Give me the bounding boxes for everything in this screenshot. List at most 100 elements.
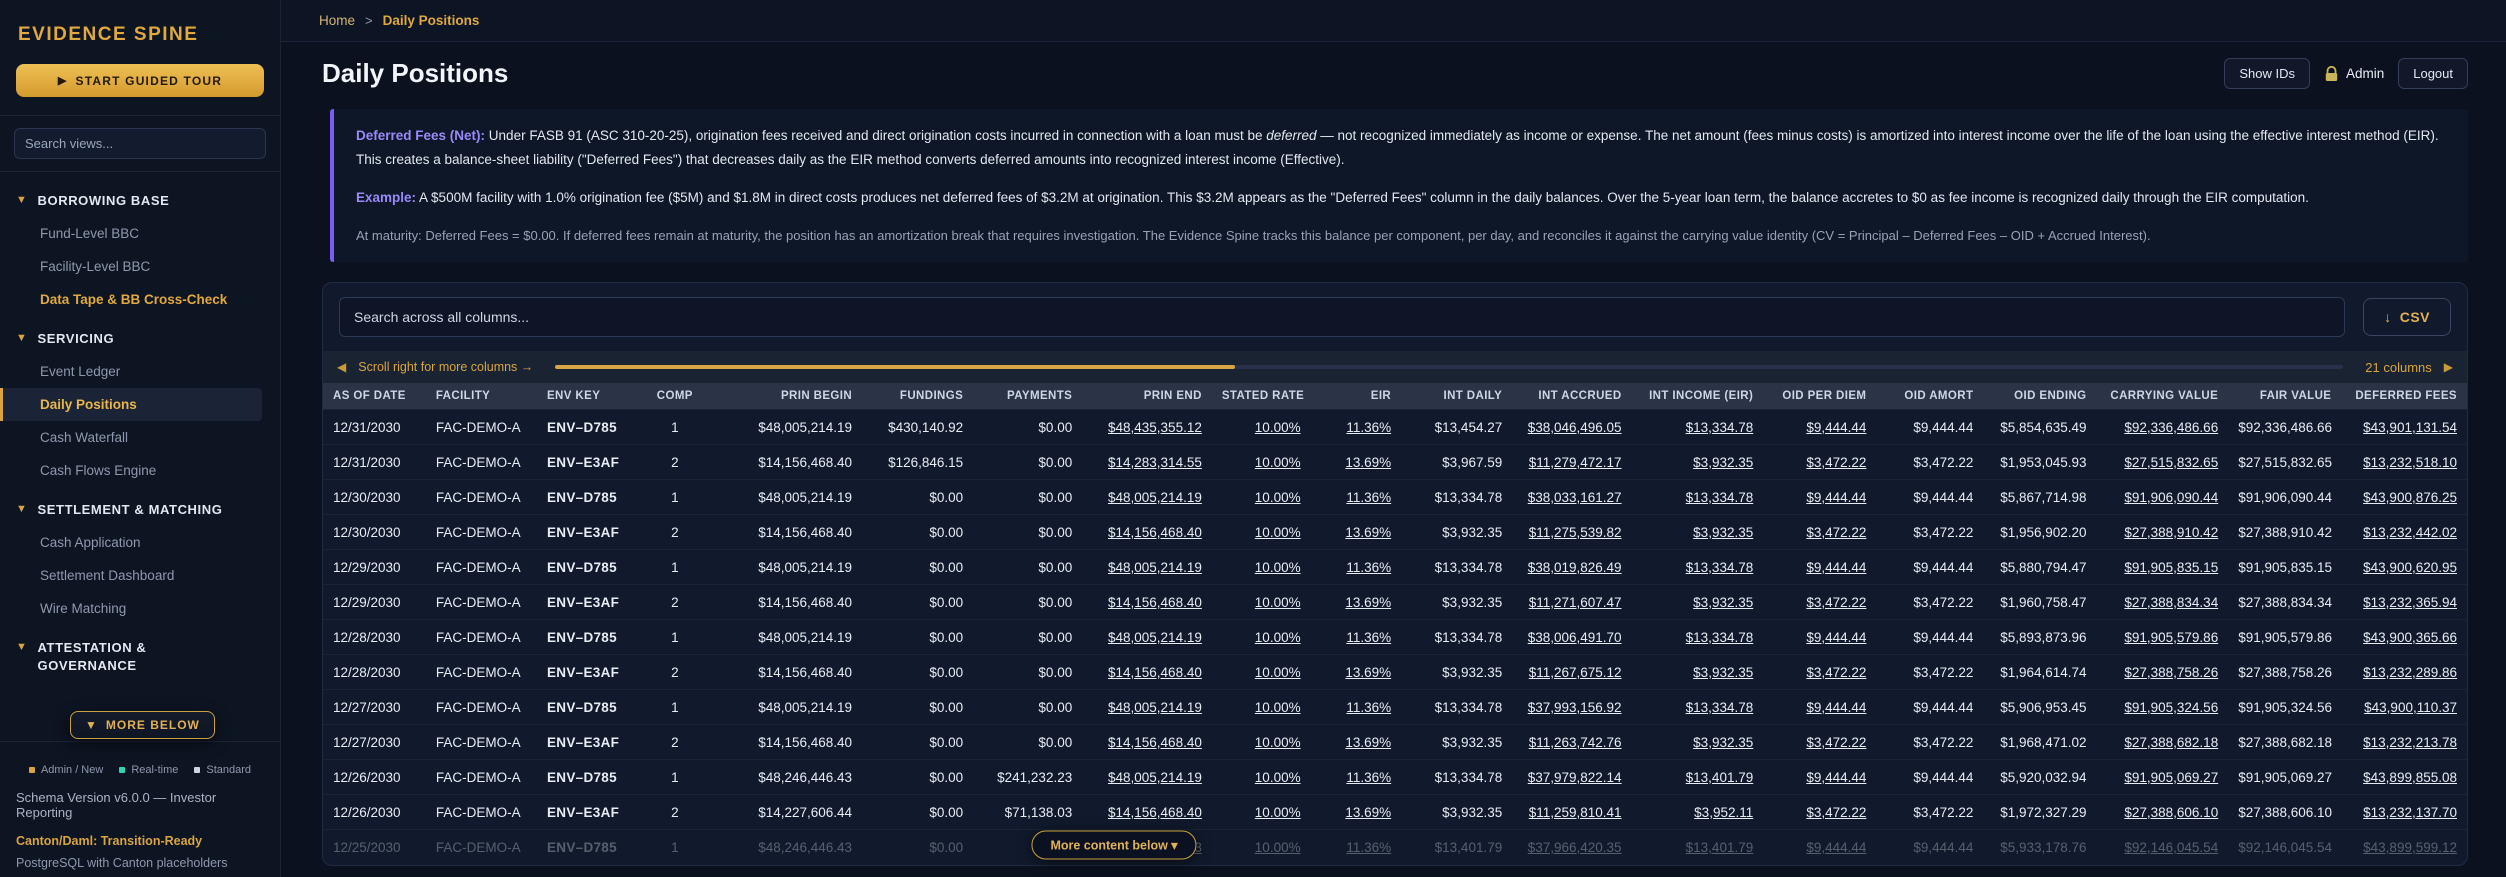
cell-link[interactable]: 10.00% xyxy=(1212,690,1311,725)
cell-link[interactable]: $48,005,214.19 xyxy=(1082,480,1212,515)
sidebar-item-event-ledger[interactable]: Event Ledger xyxy=(0,355,280,388)
sidebar-item-daily-positions[interactable]: Daily Positions xyxy=(0,388,262,421)
cell-link[interactable]: $3,472.22 xyxy=(1763,515,1876,550)
cell-link[interactable]: $3,472.22 xyxy=(1763,585,1876,620)
env-key-link[interactable]: ENV–E3AF xyxy=(537,655,644,690)
cell-link[interactable]: $13,401.79 xyxy=(1632,760,1764,795)
table-row[interactable]: 12/26/2030FAC-DEMO-AENV–E3AF2$14,227,606… xyxy=(323,795,2467,830)
sidebar-search-input[interactable] xyxy=(14,128,266,159)
cell-link[interactable]: 11.36% xyxy=(1311,690,1402,725)
cell-link[interactable]: $13,334.78 xyxy=(1632,620,1764,655)
cell-link[interactable]: 10.00% xyxy=(1212,760,1311,795)
table-row[interactable]: 12/26/2030FAC-DEMO-AENV–D7851$48,246,446… xyxy=(323,760,2467,795)
start-tour-button[interactable]: ▶ START GUIDED TOUR xyxy=(16,64,264,97)
table-row[interactable]: 12/25/2030FAC-DEMO-AENV–D7851$48,246,446… xyxy=(323,830,2467,865)
more-content-below-button[interactable]: More content below ▾ xyxy=(1031,831,1196,860)
cell-link[interactable]: $91,906,090.44 xyxy=(2097,480,2229,515)
cell-link[interactable]: $27,388,682.18 xyxy=(2097,725,2229,760)
cell-link[interactable]: 11.36% xyxy=(1311,760,1402,795)
table-row[interactable]: 12/31/2030FAC-DEMO-AENV–D7851$48,005,214… xyxy=(323,410,2467,445)
cell-link[interactable]: $9,444.44 xyxy=(1763,410,1876,445)
table-row[interactable]: 12/27/2030FAC-DEMO-AENV–E3AF2$14,156,468… xyxy=(323,725,2467,760)
cell-link[interactable]: $48,435,355.12 xyxy=(1082,410,1212,445)
env-key-link[interactable]: ENV–D785 xyxy=(537,760,644,795)
column-header[interactable]: INT DAILY xyxy=(1401,383,1512,410)
cell-link[interactable]: $3,932.35 xyxy=(1632,445,1764,480)
cell-link[interactable]: $48,005,214.19 xyxy=(1082,550,1212,585)
cell-link[interactable]: $92,336,486.66 xyxy=(2097,410,2229,445)
cell-link[interactable]: $3,472.22 xyxy=(1763,655,1876,690)
column-header[interactable]: FAIR VALUE xyxy=(2228,383,2341,410)
cell-link[interactable]: $43,899,855.08 xyxy=(2341,760,2467,795)
cell-link[interactable]: 13.69% xyxy=(1311,795,1402,830)
env-key-link[interactable]: ENV–D785 xyxy=(537,690,644,725)
cell-link[interactable]: $91,905,835.15 xyxy=(2097,550,2229,585)
cell-link[interactable]: $14,283,314.55 xyxy=(1082,445,1212,480)
cell-link[interactable]: $27,515,832.65 xyxy=(2097,445,2229,480)
cell-link[interactable]: $11,279,472.17 xyxy=(1512,445,1631,480)
cell-link[interactable]: 13.69% xyxy=(1311,515,1402,550)
cell-link[interactable]: $3,472.22 xyxy=(1763,725,1876,760)
scroll-left-icon[interactable]: ◀ xyxy=(337,360,346,374)
cell-link[interactable]: 10.00% xyxy=(1212,410,1311,445)
cell-link[interactable]: $11,271,607.47 xyxy=(1512,585,1631,620)
cell-link[interactable]: 11.36% xyxy=(1311,550,1402,585)
cell-link[interactable]: $48,005,214.19 xyxy=(1082,620,1212,655)
cell-link[interactable]: $48,005,214.19 xyxy=(1082,760,1212,795)
more-below-button[interactable]: ▼ MORE BELOW xyxy=(70,711,215,739)
cell-link[interactable]: 10.00% xyxy=(1212,480,1311,515)
scrollbar-track[interactable] xyxy=(555,365,2343,369)
sidebar-item-data-tape-bb-cross-check[interactable]: Data Tape & BB Cross-Check xyxy=(0,283,280,316)
sidebar-item-wire-matching[interactable]: Wire Matching xyxy=(0,592,280,625)
cell-link[interactable]: $13,232,365.94 xyxy=(2341,585,2467,620)
scrollbar-thumb[interactable] xyxy=(555,365,1234,369)
env-key-link[interactable]: ENV–D785 xyxy=(537,410,644,445)
cell-link[interactable]: 10.00% xyxy=(1212,550,1311,585)
cell-link[interactable]: $43,900,620.95 xyxy=(2341,550,2467,585)
cell-link[interactable]: 10.00% xyxy=(1212,655,1311,690)
cell-link[interactable]: $14,156,468.40 xyxy=(1082,795,1212,830)
cell-link[interactable]: $9,444.44 xyxy=(1763,830,1876,865)
sidebar-item-facility-level-bbc[interactable]: Facility-Level BBC xyxy=(0,250,280,283)
column-header[interactable]: EIR xyxy=(1311,383,1402,410)
cell-link[interactable]: $48,005,214.19 xyxy=(1082,690,1212,725)
column-header[interactable]: PRIN BEGIN xyxy=(706,383,862,410)
cell-link[interactable]: $11,263,742.76 xyxy=(1512,725,1631,760)
sidebar-item-settlement-dashboard[interactable]: Settlement Dashboard xyxy=(0,559,280,592)
cell-link[interactable]: $3,932.35 xyxy=(1632,585,1764,620)
cell-link[interactable]: $27,388,834.34 xyxy=(2097,585,2229,620)
cell-link[interactable]: 11.36% xyxy=(1311,830,1402,865)
cell-link[interactable]: 10.00% xyxy=(1212,795,1311,830)
logout-button[interactable]: Logout xyxy=(2398,58,2468,89)
cell-link[interactable]: 13.69% xyxy=(1311,655,1402,690)
cell-link[interactable]: 10.00% xyxy=(1212,620,1311,655)
cell-link[interactable]: $3,472.22 xyxy=(1763,445,1876,480)
cell-link[interactable]: $37,979,822.14 xyxy=(1512,760,1631,795)
env-key-link[interactable]: ENV–E3AF xyxy=(537,795,644,830)
cell-link[interactable]: $91,905,324.56 xyxy=(2097,690,2229,725)
section-settlement-matching[interactable]: ▼ SETTLEMENT & MATCHING xyxy=(0,487,280,526)
cell-link[interactable]: $3,472.22 xyxy=(1763,795,1876,830)
cell-link[interactable]: $3,932.35 xyxy=(1632,515,1764,550)
breadcrumb-home[interactable]: Home xyxy=(319,13,355,28)
cell-link[interactable]: $38,046,496.05 xyxy=(1512,410,1631,445)
cell-link[interactable]: $9,444.44 xyxy=(1763,480,1876,515)
table-row[interactable]: 12/30/2030FAC-DEMO-AENV–D7851$48,005,214… xyxy=(323,480,2467,515)
cell-link[interactable]: $3,932.35 xyxy=(1632,655,1764,690)
cell-link[interactable]: $13,334.78 xyxy=(1632,480,1764,515)
cell-link[interactable]: $13,232,213.78 xyxy=(2341,725,2467,760)
column-header[interactable]: OID PER DIEM xyxy=(1763,383,1876,410)
column-header[interactable]: STATED RATE xyxy=(1212,383,1311,410)
cell-link[interactable]: $11,267,675.12 xyxy=(1512,655,1631,690)
cell-link[interactable]: $11,259,810.41 xyxy=(1512,795,1631,830)
cell-link[interactable]: $27,388,758.26 xyxy=(2097,655,2229,690)
env-key-link[interactable]: ENV–E3AF xyxy=(537,445,644,480)
cell-link[interactable]: $11,275,539.82 xyxy=(1512,515,1631,550)
column-header[interactable]: OID ENDING xyxy=(1983,383,2096,410)
cell-link[interactable]: $14,156,468.40 xyxy=(1082,655,1212,690)
cell-link[interactable]: $43,899,599.12 xyxy=(2341,830,2467,865)
cell-link[interactable]: $38,033,161.27 xyxy=(1512,480,1631,515)
cell-link[interactable]: $13,232,518.10 xyxy=(2341,445,2467,480)
sidebar-item-cash-application[interactable]: Cash Application xyxy=(0,526,280,559)
cell-link[interactable]: 10.00% xyxy=(1212,830,1311,865)
